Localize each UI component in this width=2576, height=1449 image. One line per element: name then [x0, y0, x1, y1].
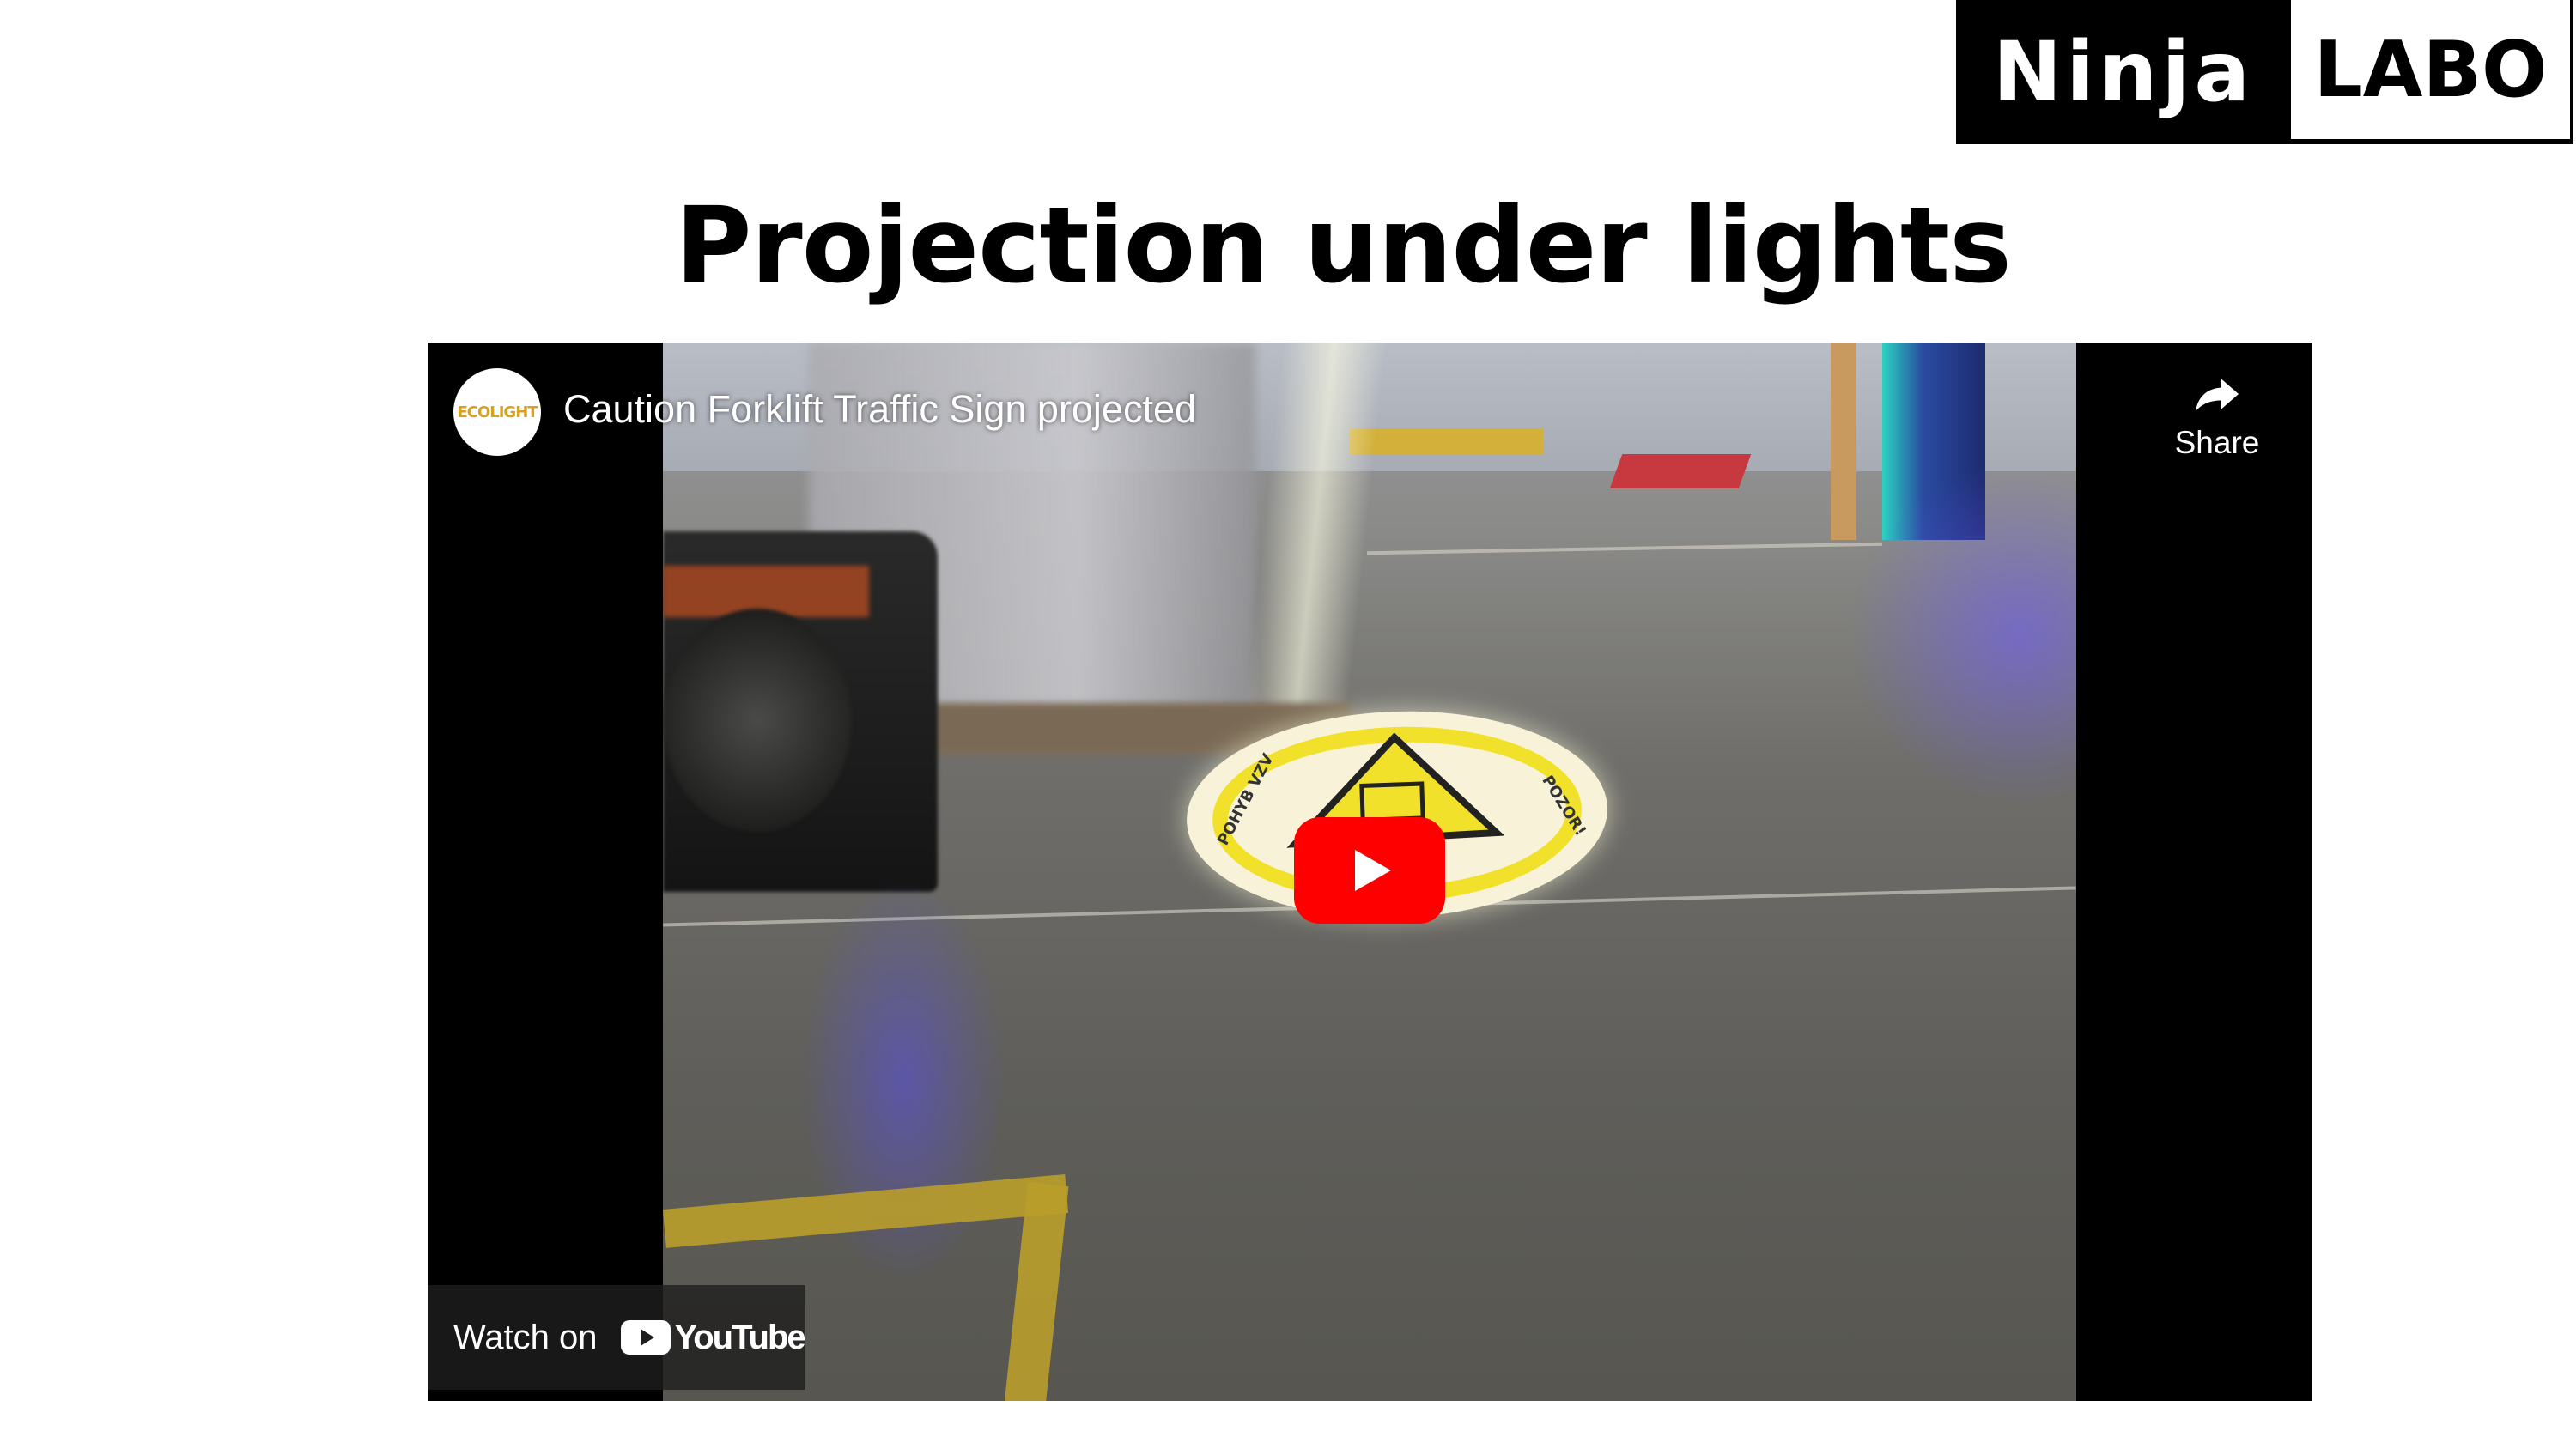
watch-on-label: Watch on	[453, 1318, 598, 1356]
floor-line	[1367, 542, 1882, 555]
youtube-logo-icon	[621, 1320, 671, 1355]
projected-sign-text-right: POZOR!	[1538, 773, 1589, 840]
share-arrow-icon	[2196, 379, 2239, 411]
ninjalabo-logo: Ninja LABO	[1956, 0, 2573, 144]
projected-sign-text-left: POHYB VZV	[1214, 751, 1278, 849]
video-title-link[interactable]: Caution Forklift Traffic Sign projected	[563, 387, 1196, 432]
play-icon	[1355, 850, 1391, 891]
youtube-embed[interactable]: POHYB VZV POZOR! ECOLIGHT Caution Forkli…	[428, 343, 2312, 1401]
share-button[interactable]: Share	[2166, 368, 2269, 471]
youtube-play-glyph	[641, 1329, 655, 1346]
youtube-wordmark: YouTube	[674, 1318, 805, 1356]
watch-on-youtube-button[interactable]: Watch on YouTube	[428, 1285, 806, 1390]
play-button[interactable]	[1294, 817, 1445, 924]
channel-avatar-text: ECOLIGHT	[457, 403, 538, 421]
logo-labo-text: LABO	[2291, 0, 2570, 139]
forklift-wheel	[663, 609, 852, 832]
wall-yellow-strip	[1350, 428, 1543, 454]
floor-red-sign	[1609, 454, 1752, 488]
slide-page: Ninja LABO Projection under lights POHYB…	[0, 0, 2576, 1449]
blue-light-glow	[1848, 463, 2076, 806]
logo-ninja-text: Ninja	[1992, 24, 2255, 120]
share-label: Share	[2174, 425, 2260, 460]
slide-title: Projection under lights	[675, 185, 2012, 306]
channel-avatar[interactable]: ECOLIGHT	[453, 368, 541, 456]
